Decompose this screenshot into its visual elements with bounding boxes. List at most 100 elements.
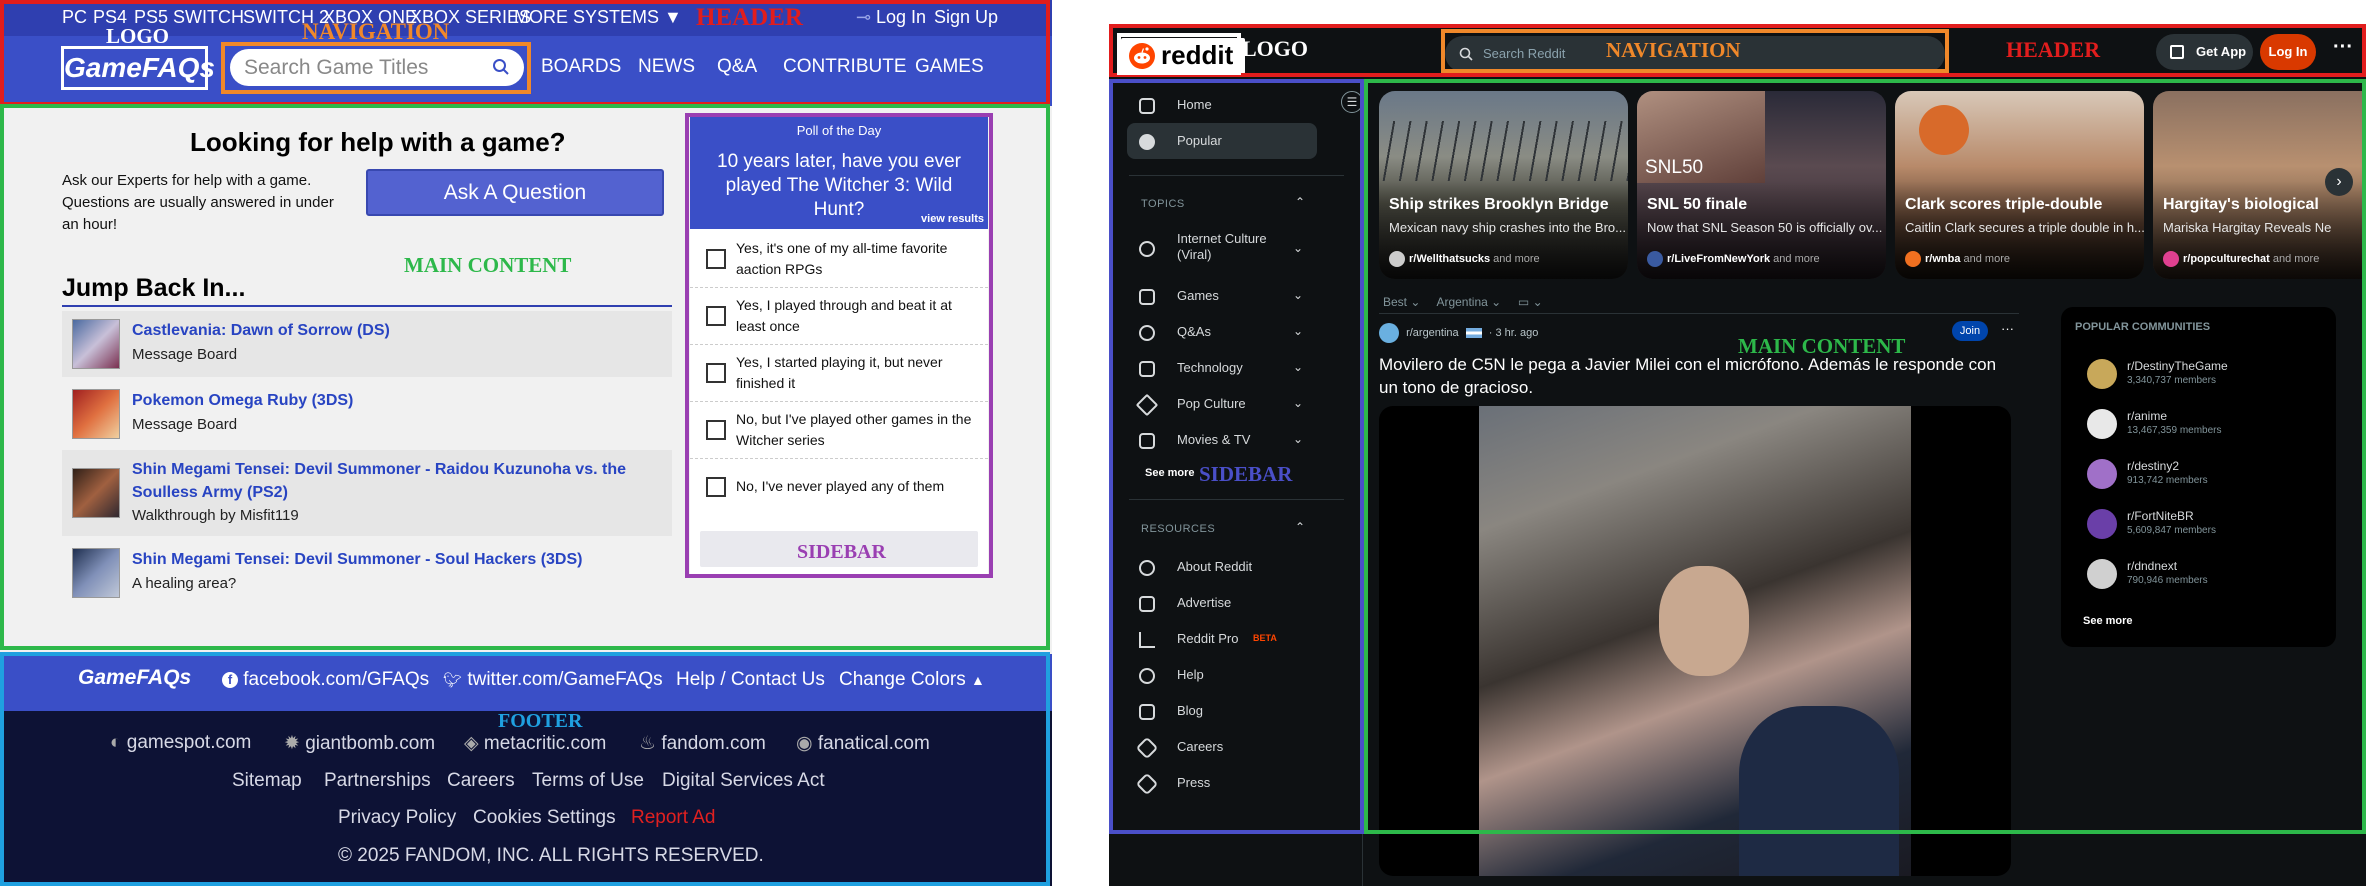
sidebar-item-press[interactable]: Press xyxy=(1127,765,1317,801)
giantbomb-link[interactable]: ✹ giantbomb.com xyxy=(284,732,435,755)
login-link[interactable]: Log In xyxy=(876,7,926,28)
platform-xbox-one[interactable]: XBOX ONE xyxy=(323,7,417,28)
more-systems-menu[interactable]: MORE SYSTEMS ▼ xyxy=(514,7,682,28)
reddit-search-input[interactable]: Search Reddit xyxy=(1445,36,1945,72)
trending-card[interactable]: SNL50 SNL 50 finale Now that SNL Season … xyxy=(1637,91,1886,279)
card-community[interactable]: r/Wellthatsucks and more xyxy=(1389,251,1540,267)
report-ad-link[interactable]: Report Ad xyxy=(631,807,716,829)
region-dropdown[interactable]: Argentina ⌄ xyxy=(1436,295,1501,309)
view-layout-dropdown[interactable]: ▭ ⌄ xyxy=(1518,295,1543,309)
platform-pc[interactable]: PC xyxy=(62,7,87,28)
sidebar-item-blog[interactable]: Blog xyxy=(1127,693,1317,729)
fanatical-link[interactable]: ◉ fanatical.com xyxy=(796,732,930,755)
poll-checkbox[interactable] xyxy=(706,477,726,497)
cookies-link[interactable]: Cookies Settings xyxy=(473,807,616,829)
sidebar-item-about[interactable]: About Reddit xyxy=(1127,549,1317,585)
ask-question-button[interactable]: Ask A Question xyxy=(366,169,664,216)
chevron-up-icon[interactable]: ⌃ xyxy=(1295,195,1305,209)
join-button[interactable]: Join xyxy=(1952,321,1988,341)
nav-boards[interactable]: BOARDS xyxy=(541,56,621,78)
sidebar-item-technology[interactable]: Technology ⌄ xyxy=(1127,350,1317,386)
sidebar-item-movies-tv[interactable]: Movies & TV ⌄ xyxy=(1127,422,1317,458)
careers-link[interactable]: Careers xyxy=(447,770,515,792)
vote-button[interactable] xyxy=(700,531,978,567)
change-colors-toggle[interactable]: Change Colors ▲ xyxy=(839,669,985,691)
platform-ps5[interactable]: PS5 xyxy=(134,7,168,28)
card-community[interactable]: r/wnba and more xyxy=(1905,251,2010,267)
jump-item[interactable]: Castlevania: Dawn of Sorrow (DS) Message… xyxy=(62,311,672,377)
topics-heading[interactable]: TOPICS xyxy=(1141,198,1185,210)
poll-checkbox[interactable] xyxy=(706,306,726,326)
more-options-icon[interactable]: ··· xyxy=(2333,36,2353,59)
signup-link[interactable]: Sign Up xyxy=(934,7,998,28)
dsa-link[interactable]: Digital Services Act xyxy=(662,770,825,792)
poll-option[interactable]: Yes, it's one of my all-time favorite aa… xyxy=(690,231,988,288)
sidebar-item-internet-culture[interactable]: Internet Culture (Viral) ⌄ xyxy=(1127,227,1317,273)
platform-xbox-series[interactable]: XBOX SERIES xyxy=(410,7,531,28)
poll-checkbox[interactable] xyxy=(706,363,726,383)
resources-heading[interactable]: RESOURCES xyxy=(1141,523,1215,535)
subreddit-link[interactable]: r/argentina xyxy=(1406,327,1459,339)
sidebar-item-popular[interactable]: Popular xyxy=(1127,123,1317,159)
metacritic-link[interactable]: ◈ metacritic.com xyxy=(464,732,606,755)
help-contact-link[interactable]: Help / Contact Us xyxy=(676,669,825,691)
nav-games[interactable]: GAMES xyxy=(915,56,984,78)
sidebar-item-advertise[interactable]: Advertise xyxy=(1127,585,1317,621)
trending-card[interactable]: Ship strikes Brooklyn Bridge Mexican nav… xyxy=(1379,91,1628,279)
sidebar-item-qas[interactable]: Q&As ⌄ xyxy=(1127,314,1317,350)
see-more-communities-link[interactable]: See more xyxy=(2083,615,2133,627)
footer-logo[interactable]: GameFAQs xyxy=(78,666,191,690)
card-community[interactable]: r/popculturechat and more xyxy=(2163,251,2319,267)
post-video[interactable] xyxy=(1379,406,2011,876)
platform-switch2[interactable]: SWITCH 2 xyxy=(243,7,329,28)
poll-checkbox[interactable] xyxy=(706,420,726,440)
sidebar-item-help[interactable]: Help xyxy=(1127,657,1317,693)
post-options-icon[interactable]: ··· xyxy=(2001,321,2014,336)
gamespot-link[interactable]: ◐ gamespot.com xyxy=(110,732,251,754)
partnerships-link[interactable]: Partnerships xyxy=(324,770,431,792)
terms-link[interactable]: Terms of Use xyxy=(532,770,644,792)
see-more-link[interactable]: See more xyxy=(1145,467,1195,479)
carousel-next-icon[interactable]: › xyxy=(2325,168,2353,196)
sort-best-dropdown[interactable]: Best ⌄ xyxy=(1383,295,1420,309)
poll-option[interactable]: No, but I've played other games in the W… xyxy=(690,402,988,459)
reddit-logo[interactable]: reddit xyxy=(1121,38,1245,74)
platform-switch[interactable]: SWITCH xyxy=(173,7,244,28)
poll-checkbox[interactable] xyxy=(706,249,726,269)
nav-news[interactable]: NEWS xyxy=(638,56,695,78)
sidebar-item-pop-culture[interactable]: Pop Culture ⌄ xyxy=(1127,386,1317,422)
search-icon[interactable] xyxy=(492,58,510,76)
sidebar-item-careers[interactable]: Careers xyxy=(1127,729,1317,765)
sidebar-item-games[interactable]: Games ⌄ xyxy=(1127,278,1317,314)
card-community[interactable]: r/LiveFromNewYork and more xyxy=(1647,251,1820,267)
collapse-sidebar-icon[interactable]: ☰ xyxy=(1341,91,1363,113)
jump-item-title[interactable]: Pokemon Omega Ruby (3DS) xyxy=(132,389,652,412)
nav-qa[interactable]: Q&A xyxy=(717,56,757,78)
get-app-button[interactable]: Get App xyxy=(2156,34,2253,70)
post-card[interactable]: r/argentina · 3 hr. ago Join ··· Moviler… xyxy=(1379,317,2019,886)
jump-item-title[interactable]: Shin Megami Tensei: Devil Summoner - Rai… xyxy=(132,458,652,504)
chevron-up-icon[interactable]: ⌃ xyxy=(1295,520,1305,534)
jump-item[interactable]: Shin Megami Tensei: Devil Summoner - Rai… xyxy=(62,450,672,536)
twitter-link[interactable]: 🐦︎ twitter.com/GameFAQs xyxy=(443,669,663,691)
gamefaqs-logo[interactable]: GameFAQs xyxy=(61,46,215,90)
facebook-link[interactable]: f facebook.com/GFAQs xyxy=(222,669,429,691)
fandom-link[interactable]: ♨ fandom.com xyxy=(639,732,766,755)
search-input[interactable]: Search Game Titles xyxy=(230,49,524,86)
poll-option[interactable]: No, I've never played any of them xyxy=(690,459,988,516)
post-title[interactable]: Movilero de C5N le pega a Javier Milei c… xyxy=(1379,353,2019,399)
sitemap-link[interactable]: Sitemap xyxy=(232,770,302,792)
nav-contribute[interactable]: CONTRIBUTE xyxy=(783,56,907,78)
jump-item[interactable]: Shin Megami Tensei: Devil Summoner - Sou… xyxy=(62,540,672,606)
jump-item[interactable]: Pokemon Omega Ruby (3DS) Message Board xyxy=(62,381,672,447)
sidebar-item-reddit-pro[interactable]: Reddit Pro BETA xyxy=(1127,621,1317,657)
poll-option[interactable]: Yes, I played through and beat it at lea… xyxy=(690,288,988,345)
sidebar-item-home[interactable]: Home xyxy=(1127,87,1317,123)
privacy-link[interactable]: Privacy Policy xyxy=(338,807,456,829)
login-button[interactable]: Log In xyxy=(2260,34,2316,70)
jump-item-title[interactable]: Shin Megami Tensei: Devil Summoner - Sou… xyxy=(132,548,652,571)
poll-option[interactable]: Yes, I started playing it, but never fin… xyxy=(690,345,988,402)
jump-item-title[interactable]: Castlevania: Dawn of Sorrow (DS) xyxy=(132,319,652,342)
trending-card[interactable]: Clark scores triple-double Caitlin Clark… xyxy=(1895,91,2144,279)
platform-ps4[interactable]: PS4 xyxy=(93,7,127,28)
